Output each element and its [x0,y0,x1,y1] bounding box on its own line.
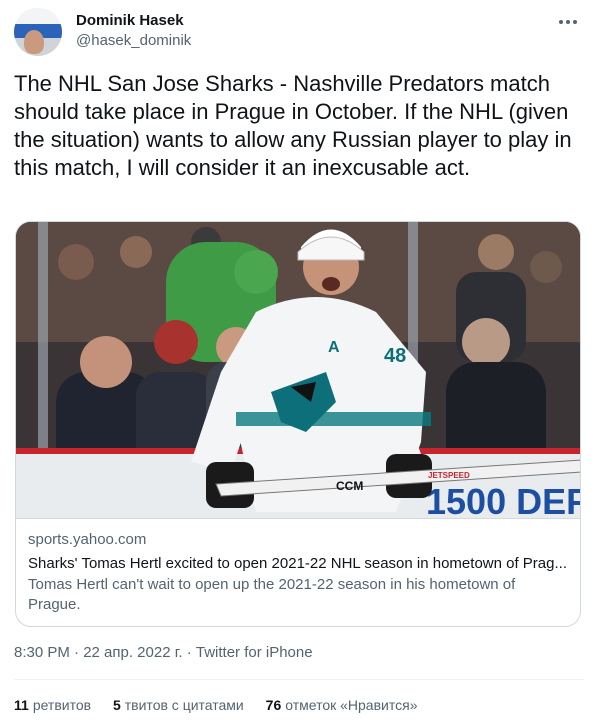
retweets-count: 11 [14,697,29,713]
link-card[interactable]: 1500 DEF 48 A CCM JETSPEED sports.yahoo.… [15,221,581,627]
captain-letter: A [328,339,340,356]
author-handle[interactable]: @hasek_dominik [76,32,191,49]
card-image[interactable]: 1500 DEF 48 A CCM JETSPEED [16,222,581,518]
tweet-text: The NHL San Jose Sharks - Nashville Pred… [14,71,572,180]
quotes-count: 5 [112,697,121,713]
card-title: Sharks' Tomas Hertl excited to open 2021… [28,555,567,572]
card-domain: sports.yahoo.com [28,531,147,548]
card-meta[interactable]: sports.yahoo.com Sharks' Tomas Hertl exc… [16,518,580,626]
card-description: Tomas Hertl can't wait to open up the 20… [28,576,516,613]
divider [14,679,584,680]
board-text: 1500 DEF [426,481,581,518]
retweets-label: ретвитов [32,697,92,713]
more-horizontal-icon[interactable] [556,12,580,32]
tweet-header: Dominik Hasek @hasek_dominik [14,8,584,56]
retweets-stat[interactable]: 11 ретвитов [14,697,91,713]
likes-stat[interactable]: 76 отметок «Нравится» [266,697,418,713]
likes-label: отметок «Нравится» [285,697,418,713]
tweet-stats: 11 ретвитов 5 твитов с цитатами 76 отметок … [14,697,435,713]
stick-text-2: JETSPEED [428,471,470,480]
jersey-number: 48 [384,345,406,367]
avatar[interactable] [14,8,62,56]
tweet-timestamp[interactable]: 8:30 PM · 22 апр. 2022 г. · Twitter for … [14,644,313,661]
likes-count: 76 [265,697,282,713]
author-name[interactable]: Dominik Hasek [76,12,184,29]
quotes-stat[interactable]: 5 твитов с цитатами [113,697,244,713]
stick-text: CCM [336,479,363,493]
quotes-label: твитов с цитатами [124,697,244,713]
